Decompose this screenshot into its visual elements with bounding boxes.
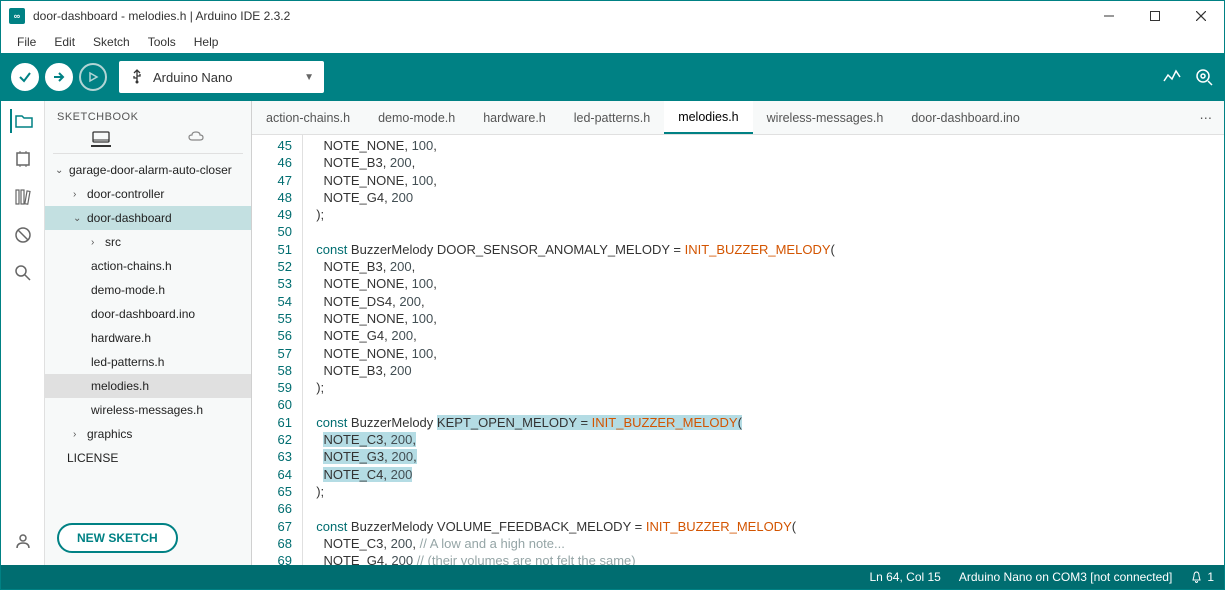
tab[interactable]: demo-mode.h [364,101,469,134]
tree-graphics[interactable]: ›graphics [45,422,251,446]
toolbar-right [1162,67,1214,87]
tab[interactable]: wireless-messages.h [753,101,898,134]
serial-plotter-button[interactable] [1162,67,1182,87]
sidebar-title: SKETCHBOOK [45,101,251,127]
upload-button[interactable] [45,63,73,91]
app-icon: ∞ [9,8,25,24]
maximize-button[interactable] [1132,1,1178,31]
tab[interactable]: door-dashboard.ino [897,101,1033,134]
tree-door-controller[interactable]: ›door-controller [45,182,251,206]
notifications[interactable]: 1 [1190,570,1214,584]
verify-button[interactable] [11,63,39,91]
cloud-sketchbook-tab[interactable] [186,133,206,147]
close-button[interactable] [1178,1,1224,31]
activitybar [1,101,45,565]
file-tree[interactable]: ⌄garage-door-alarm-auto-closer ›door-con… [45,154,251,511]
menu-file[interactable]: File [9,33,44,51]
bell-icon [1190,571,1203,584]
sidebar-tabs [53,127,243,154]
serial-monitor-button[interactable] [1194,67,1214,87]
menubar: File Edit Sketch Tools Help [1,31,1224,53]
debug-button[interactable] [79,63,107,91]
tree-license[interactable]: LICENSE [45,446,251,470]
tree-file[interactable]: led-patterns.h [45,350,251,374]
main: SKETCHBOOK ⌄garage-door-alarm-auto-close… [1,101,1224,565]
sketchbook-icon[interactable] [10,109,34,133]
cursor-position[interactable]: Ln 64, Col 15 [869,570,940,584]
minimize-button[interactable] [1086,1,1132,31]
usb-icon [129,69,145,85]
statusbar: Ln 64, Col 15 Arduino Nano on COM3 [not … [1,565,1224,589]
boards-manager-icon[interactable] [11,147,35,171]
library-manager-icon[interactable] [11,185,35,209]
search-icon[interactable] [11,261,35,285]
editor-area: action-chains.h demo-mode.h hardware.h l… [252,101,1224,565]
new-sketch-wrap: NEW SKETCH [45,511,251,565]
window-title: door-dashboard - melodies.h | Arduino ID… [33,9,1086,23]
tree-file-active[interactable]: melodies.h [45,374,251,398]
menu-tools[interactable]: Tools [140,33,184,51]
tab[interactable]: hardware.h [469,101,560,134]
account-icon[interactable] [11,529,35,553]
sidebar: SKETCHBOOK ⌄garage-door-alarm-auto-close… [45,101,252,565]
debug-icon[interactable] [11,223,35,247]
tree-file[interactable]: wireless-messages.h [45,398,251,422]
editor-tabs: action-chains.h demo-mode.h hardware.h l… [252,101,1224,135]
menu-help[interactable]: Help [186,33,227,51]
menu-sketch[interactable]: Sketch [85,33,138,51]
tab[interactable]: action-chains.h [252,101,364,134]
local-sketchbook-tab[interactable] [91,133,111,147]
board-status[interactable]: Arduino Nano on COM3 [not connected] [959,570,1172,584]
titlebar: ∞ door-dashboard - melodies.h | Arduino … [1,1,1224,31]
menu-edit[interactable]: Edit [46,33,83,51]
toolbar: Arduino Nano ▼ [1,53,1224,101]
tree-file[interactable]: door-dashboard.ino [45,302,251,326]
board-selector[interactable]: Arduino Nano ▼ [119,61,324,93]
tree-file[interactable]: hardware.h [45,326,251,350]
code-area[interactable]: 4546474849505152535455565758596061626364… [252,135,1224,565]
tree-project[interactable]: ⌄garage-door-alarm-auto-closer [45,158,251,182]
line-gutter: 4546474849505152535455565758596061626364… [252,135,302,565]
tab-overflow[interactable]: ⋯ [1188,101,1225,134]
tree-file[interactable]: action-chains.h [45,254,251,278]
window-controls [1086,1,1224,31]
tree-src[interactable]: ›src [45,230,251,254]
board-name: Arduino Nano [153,70,233,85]
tree-door-dashboard[interactable]: ⌄door-dashboard [45,206,251,230]
new-sketch-button[interactable]: NEW SKETCH [57,523,178,553]
code-content[interactable]: NOTE_NONE, 100, NOTE_B3, 200, NOTE_NONE,… [302,135,1224,565]
tab-active[interactable]: melodies.h [664,101,752,134]
chevron-down-icon: ▼ [304,72,314,83]
tab[interactable]: led-patterns.h [560,101,664,134]
tree-file[interactable]: demo-mode.h [45,278,251,302]
